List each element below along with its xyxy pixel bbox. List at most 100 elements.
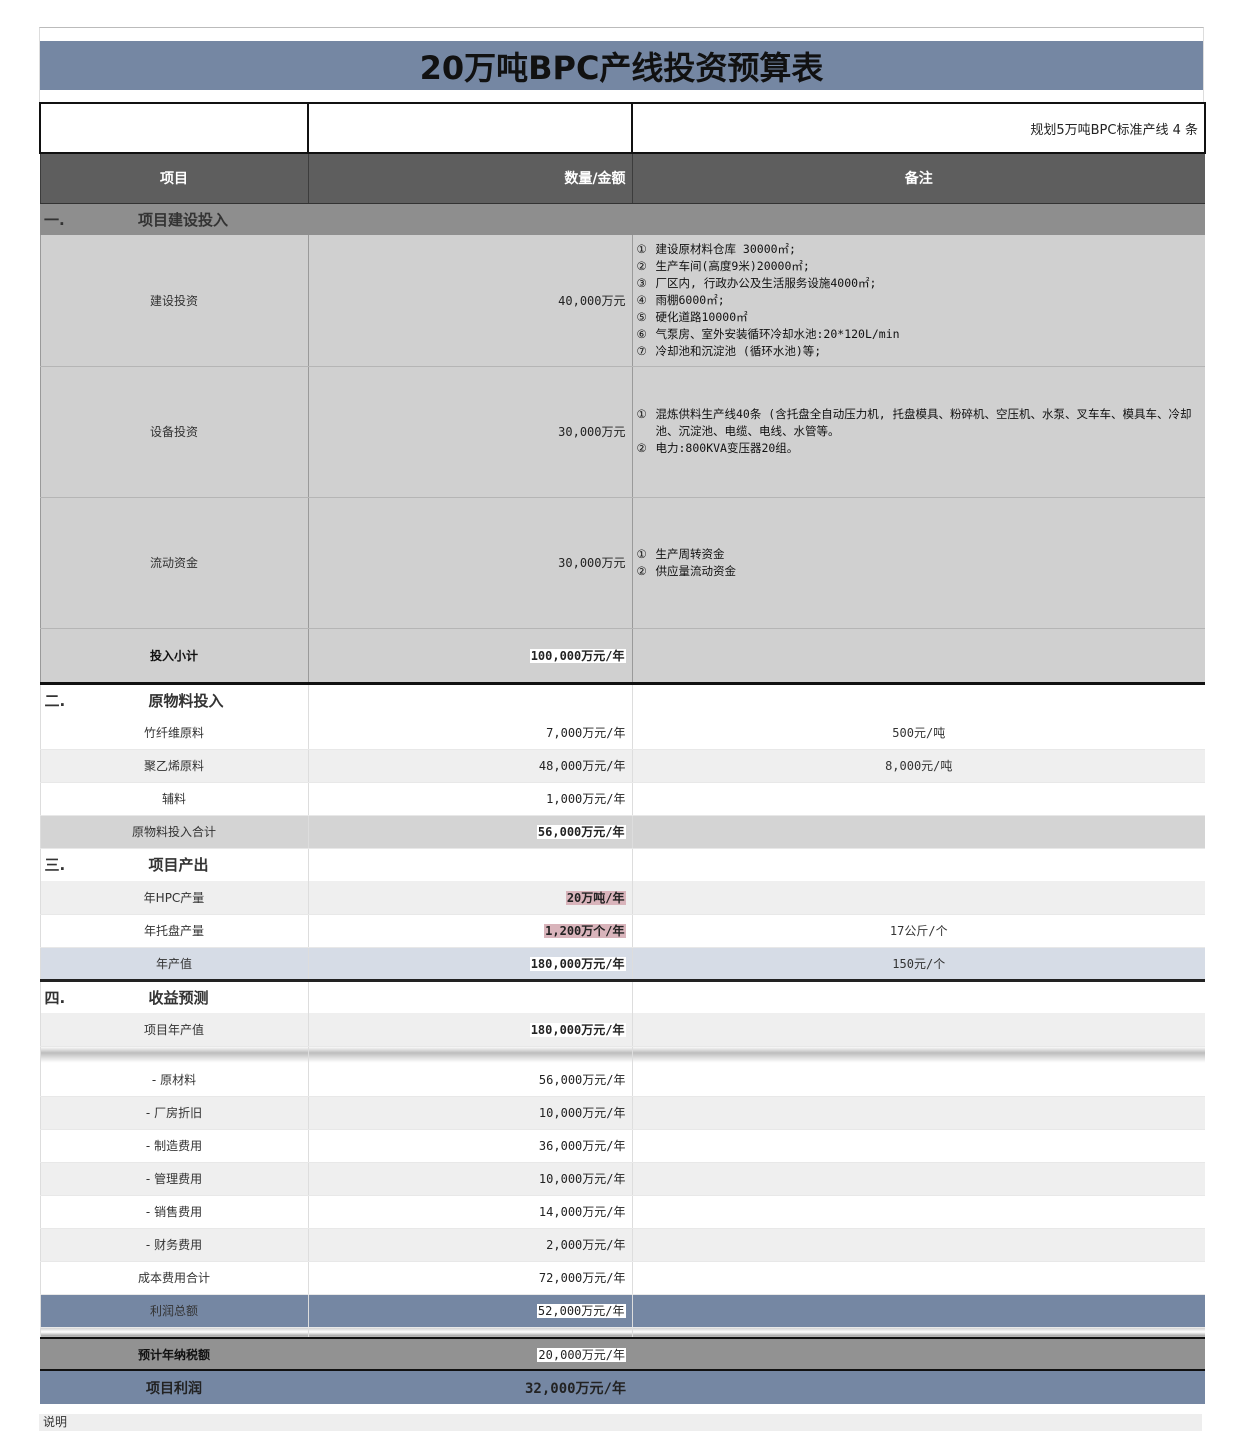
section-2-title-cell[interactable]: 二. 原物料投入 <box>39 683 308 716</box>
row-note[interactable] <box>631 1013 1205 1047</box>
row-label[interactable]: - 厂房折旧 <box>39 1096 308 1130</box>
row-note[interactable]: 8,000元/吨 <box>631 749 1205 783</box>
row-note[interactable] <box>631 782 1205 816</box>
row-amount[interactable]: 56,000万元/年 <box>307 1063 632 1097</box>
cell-empty[interactable] <box>631 683 1205 716</box>
row-note[interactable] <box>631 1162 1205 1196</box>
row-amount[interactable]: 10,000万元/年 <box>307 1096 632 1130</box>
row-label[interactable]: 项目利润 <box>40 1370 308 1404</box>
row-amount[interactable]: 7,000万元/年 <box>307 716 632 750</box>
row-note[interactable] <box>631 1261 1205 1295</box>
row-label[interactable]: 建设投资 <box>39 235 308 367</box>
table-row: 竹纤维原料 7,000万元/年 500元/吨 <box>39 716 1205 750</box>
row-note[interactable] <box>632 1337 1205 1371</box>
row-amount[interactable]: 52,000万元/年 <box>307 1294 632 1328</box>
note-line: ⑦ 冷却池和沉淀池 (循环水池)等; <box>636 343 822 358</box>
row-note[interactable]: 150元/个 <box>631 947 1205 982</box>
row-amount[interactable]: 32,000万元/年 <box>308 1370 632 1404</box>
row-label[interactable]: 流动资金 <box>39 497 308 629</box>
row-amount[interactable]: 1,000万元/年 <box>307 782 632 816</box>
section-number: 二. <box>44 691 66 710</box>
investment-row-equipment: 设备投资 30,000万元 ① 混炼供料生产线40条 (含托盘全自动压力机, 托盘… <box>39 366 1205 498</box>
row-amount[interactable]: 30,000万元 <box>307 366 632 498</box>
header-remark[interactable]: 备注 <box>631 153 1205 204</box>
plan-note-cell[interactable]: 规划5万吨BPC标准产线 4 条 <box>631 102 1206 154</box>
gross-profit-row: 利润总额 52,000万元/年 <box>39 1294 1205 1328</box>
section-4-title-cell[interactable]: 四. 收益预测 <box>39 980 308 1013</box>
row-note[interactable] <box>631 881 1205 915</box>
sheet-title: 20万吨BPC产线投资预算表 <box>419 48 824 87</box>
cost-row: - 财务费用 2,000万元/年 <box>39 1228 1205 1262</box>
row-label[interactable]: 预计年纳税额 <box>40 1337 308 1371</box>
section-3-title-cell[interactable]: 三. 项目产出 <box>39 848 308 881</box>
row-label[interactable]: 聚乙烯原料 <box>39 749 308 783</box>
row-notes[interactable]: ① 生产周转资金 ② 供应量流动资金 <box>631 497 1205 629</box>
row-note[interactable] <box>632 1370 1205 1404</box>
row-label[interactable]: - 管理费用 <box>39 1162 308 1196</box>
plan-info-row: 规划5万吨BPC标准产线 4 条 <box>39 102 1206 154</box>
budget-table: 规划5万吨BPC标准产线 4 条 项目 数量/金额 备注 一. 项目建设投入 建设… <box>39 102 1206 1404</box>
annual-output-row: 年产值 180,000万元/年 150元/个 <box>39 947 1205 982</box>
row-note[interactable]: 500元/吨 <box>631 716 1205 750</box>
row-amount[interactable]: 10,000万元/年 <box>307 1162 632 1196</box>
row-label[interactable]: 年产值 <box>39 947 308 982</box>
row-label[interactable]: 设备投资 <box>39 366 308 498</box>
investment-row-working-capital: 流动资金 30,000万元 ① 生产周转资金 ② 供应量流动资金 <box>39 497 1205 629</box>
row-label[interactable]: 竹纤维原料 <box>39 716 308 750</box>
row-label[interactable]: 利润总额 <box>39 1294 308 1328</box>
investment-row-construction: 建设投资 40,000万元 ① 建设原材料仓库 30000㎡; ② 生产车间(高度9… <box>39 235 1205 367</box>
cell-empty[interactable] <box>631 848 1205 881</box>
section-1-title-cell[interactable]: 一. 项目建设投入 <box>40 203 1205 235</box>
cell-empty[interactable] <box>307 848 632 881</box>
cell-empty[interactable] <box>39 102 309 154</box>
row-amount[interactable]: 72,000万元/年 <box>307 1261 632 1295</box>
row-amount[interactable]: 2,000万元/年 <box>307 1228 632 1262</box>
footer-note[interactable]: 说明 <box>39 1414 1202 1431</box>
row-note[interactable] <box>631 1195 1205 1229</box>
row-amount[interactable]: 180,000万元/年 <box>307 1013 632 1047</box>
row-amount[interactable]: 20万吨/年 <box>307 881 632 915</box>
row-note[interactable] <box>631 815 1205 849</box>
row-note[interactable] <box>631 1228 1205 1262</box>
section-title: 原物料投入 <box>148 691 224 710</box>
row-note[interactable] <box>631 1063 1205 1097</box>
row-label[interactable]: - 制造费用 <box>39 1129 308 1163</box>
header-amount[interactable]: 数量/金额 <box>307 153 632 204</box>
row-amount[interactable]: 36,000万元/年 <box>307 1129 632 1163</box>
row-label[interactable]: 辅料 <box>39 782 308 816</box>
row-label[interactable]: 投入小计 <box>39 628 308 685</box>
row-amount[interactable]: 180,000万元/年 <box>307 947 632 982</box>
row-label[interactable]: - 财务费用 <box>39 1228 308 1262</box>
row-amount[interactable]: 48,000万元/年 <box>307 749 632 783</box>
row-label[interactable]: 成本费用合计 <box>39 1261 308 1295</box>
row-amount[interactable]: 100,000万元/年 <box>307 628 632 685</box>
row-notes[interactable] <box>631 628 1205 685</box>
cell-empty[interactable] <box>307 102 633 154</box>
row-notes[interactable]: ① 混炼供料生产线40条 (含托盘全自动压力机, 托盘模具、粉碎机、空压机、水泵、… <box>631 366 1205 498</box>
cell-empty[interactable] <box>631 980 1205 1013</box>
row-note[interactable] <box>631 1129 1205 1163</box>
section-number: 一. <box>44 210 65 229</box>
row-note[interactable] <box>631 1294 1205 1328</box>
note-line: ④ 雨棚6000㎡; <box>636 292 725 307</box>
row-amount[interactable]: 30,000万元 <box>307 497 632 629</box>
row-label[interactable]: 年托盘产量 <box>39 914 308 948</box>
materials-total-row: 原物料投入合计 56,000万元/年 <box>39 815 1205 849</box>
section-4-header: 四. 收益预测 <box>39 980 1205 1013</box>
row-label[interactable]: - 销售费用 <box>39 1195 308 1229</box>
cell-empty[interactable] <box>307 683 632 716</box>
row-label[interactable]: - 原材料 <box>39 1063 308 1097</box>
row-label[interactable]: 年HPC产量 <box>39 881 308 915</box>
row-amount[interactable]: 56,000万元/年 <box>307 815 632 849</box>
row-note[interactable] <box>631 1096 1205 1130</box>
row-label[interactable]: 项目年产值 <box>39 1013 308 1047</box>
row-amount[interactable]: 1,200万个/年 <box>307 914 632 948</box>
row-note[interactable]: 17公斤/个 <box>631 914 1205 948</box>
row-amount[interactable]: 40,000万元 <box>307 235 632 367</box>
row-amount[interactable]: 20,000万元/年 <box>308 1337 632 1371</box>
row-label[interactable]: 原物料投入合计 <box>39 815 308 849</box>
row-amount[interactable]: 14,000万元/年 <box>307 1195 632 1229</box>
header-item[interactable]: 项目 <box>39 153 308 204</box>
cell-empty[interactable] <box>307 980 632 1013</box>
row-notes[interactable]: ① 建设原材料仓库 30000㎡; ② 生产车间(高度9米)20000㎡; ③ 厂区内… <box>631 235 1205 367</box>
